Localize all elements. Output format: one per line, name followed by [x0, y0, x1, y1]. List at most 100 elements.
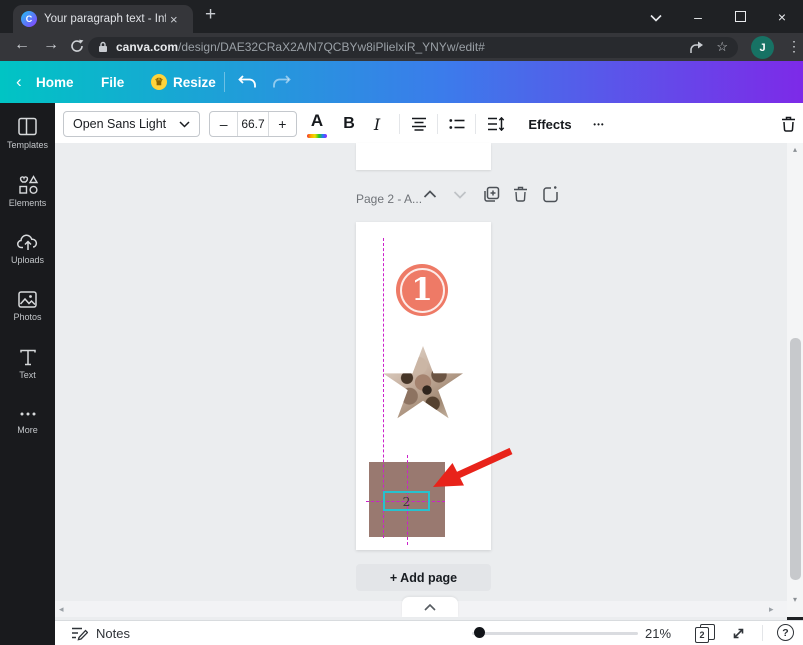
browser-tab-bar: C Your paragraph text - Infographi × + –… [0, 0, 803, 33]
share-page-icon[interactable] [690, 41, 704, 54]
add-page-button[interactable]: + Add page [356, 564, 491, 591]
move-page-up-icon[interactable] [423, 190, 437, 199]
square-number-text: 2 [403, 494, 411, 509]
red-annotation-arrow [423, 443, 515, 495]
status-bar: Notes 21% 2 ? [55, 620, 803, 645]
add-page-label: + Add page [390, 571, 457, 585]
uploads-icon [17, 232, 39, 252]
vertical-scrollbar-thumb[interactable] [790, 338, 801, 580]
bookmark-star-icon[interactable]: ☆ [716, 39, 728, 55]
lock-icon [98, 41, 108, 53]
home-button[interactable]: Home [36, 61, 74, 103]
address-bar[interactable]: canva.com /design/DAE32CRaX2A/N7QCBYw8iP… [88, 37, 738, 58]
notes-button[interactable]: Notes [96, 626, 130, 641]
text-icon [18, 348, 38, 367]
elements-icon [17, 174, 39, 195]
fullscreen-icon[interactable] [731, 626, 746, 641]
text-toolbar: Open Sans Light – 66.7 + A B I Effects •… [55, 103, 803, 143]
bold-button[interactable]: B [339, 111, 359, 137]
effects-button[interactable]: Effects [525, 111, 575, 137]
object-panel-sidebar: Templates Elements Uploads Photos Text M… [0, 103, 55, 645]
canva-favicon-icon: C [21, 11, 37, 27]
reload-icon[interactable] [70, 39, 84, 53]
help-button[interactable]: ? [777, 624, 794, 641]
alignment-button[interactable] [408, 111, 430, 137]
header-back-icon[interactable]: ‹ [16, 61, 22, 103]
delete-page-icon[interactable] [513, 186, 528, 202]
page-manager-pull-up-handle[interactable] [402, 597, 458, 617]
forward-icon[interactable]: → [43, 36, 59, 54]
font-size-decrease-button[interactable]: – [210, 112, 237, 136]
browser-window: C Your paragraph text - Infographi × + –… [0, 0, 803, 645]
move-page-down-icon[interactable] [453, 190, 467, 199]
chrome-menu-icon[interactable]: ⋮ [787, 38, 801, 55]
resize-label: Resize [173, 75, 216, 90]
spacing-button[interactable] [484, 111, 508, 137]
horizontal-scrollbar[interactable]: ◂ ▸ [55, 601, 787, 617]
window-controls: – × [635, 0, 803, 33]
back-icon[interactable]: ← [14, 36, 30, 54]
number-badge-element[interactable]: 1 [396, 264, 448, 316]
scroll-left-icon[interactable]: ◂ [59, 604, 64, 615]
page-grid-view-button[interactable]: 2 [695, 624, 714, 642]
templates-icon [17, 116, 38, 137]
font-family-dropdown[interactable]: Open Sans Light [63, 111, 200, 137]
font-size-value[interactable]: 66.7 [237, 112, 268, 136]
delete-trash-icon[interactable] [777, 111, 799, 137]
maximize-icon [735, 11, 746, 22]
sidebar-item-photos[interactable]: Photos [0, 290, 55, 322]
italic-button[interactable]: I [367, 111, 387, 137]
star-photo-element[interactable] [383, 346, 463, 422]
canva-header: ‹ Home File ♛ Resize ♛ Try Canva Pro Sha… [0, 61, 803, 103]
page-label: Page 2 - A... [356, 192, 422, 206]
badge-number: 1 [411, 272, 433, 308]
sidebar-item-more[interactable]: More [0, 406, 55, 435]
sidebar-label: Text [0, 370, 55, 380]
sidebar-item-text[interactable]: Text [0, 348, 55, 380]
zoom-slider-knob[interactable] [474, 627, 485, 638]
notes-icon[interactable] [71, 626, 88, 641]
browser-tab[interactable]: C Your paragraph text - Infographi × [13, 5, 193, 33]
toolbar-more-button[interactable]: ••• [587, 111, 611, 137]
crown-icon: ♛ [151, 74, 167, 90]
window-close-button[interactable]: × [761, 9, 803, 25]
sidebar-item-elements[interactable]: Elements [0, 174, 55, 208]
new-tab-button[interactable]: + [205, 4, 216, 26]
sidebar-label: Photos [0, 312, 55, 322]
font-name-label: Open Sans Light [73, 117, 166, 131]
file-menu-button[interactable]: File [101, 61, 124, 103]
duplicate-page-icon[interactable] [483, 186, 500, 203]
resize-button[interactable]: ♛ Resize [151, 61, 216, 103]
url-path: /design/DAE32CRaX2A/N7QCBYw8iPlielxiR_YN… [178, 40, 485, 54]
sidebar-item-uploads[interactable]: Uploads [0, 232, 55, 265]
sidebar-label: More [0, 425, 55, 435]
list-button[interactable] [446, 111, 468, 137]
pages-count: 2 [695, 627, 709, 643]
favicon-letter: C [26, 14, 33, 24]
zoom-slider-track[interactable] [472, 632, 638, 635]
avatar[interactable]: J [751, 36, 774, 59]
more-dots-icon [18, 406, 38, 422]
tab-title: Your paragraph text - Infographi [44, 13, 166, 25]
scroll-down-icon[interactable]: ▾ [787, 595, 803, 604]
font-size-increase-button[interactable]: + [269, 112, 296, 136]
window-minimize-button[interactable]: – [677, 9, 719, 25]
toolbar-divider [475, 114, 476, 134]
zoom-level: 21% [645, 626, 671, 641]
chevron-down-icon [179, 121, 190, 128]
page-1-bottom-edge[interactable] [356, 143, 491, 170]
window-maximize-button[interactable] [719, 9, 761, 25]
undo-icon[interactable] [238, 61, 257, 103]
redo-icon[interactable] [272, 61, 291, 103]
tab-search-icon[interactable] [635, 9, 677, 25]
scroll-right-icon[interactable]: ▸ [769, 604, 774, 615]
scroll-up-icon[interactable]: ▴ [787, 145, 803, 154]
toolbar-divider [399, 114, 400, 134]
text-color-button[interactable]: A [307, 108, 327, 134]
sidebar-item-templates[interactable]: Templates [0, 116, 55, 150]
add-page-icon[interactable] [542, 186, 559, 203]
tab-close-icon[interactable]: × [170, 13, 178, 26]
sidebar-label: Templates [0, 140, 55, 150]
vertical-scrollbar[interactable]: ▴ ▾ [787, 143, 803, 617]
design-canvas-area[interactable]: Page 2 - A... 1 2 [55, 143, 787, 620]
